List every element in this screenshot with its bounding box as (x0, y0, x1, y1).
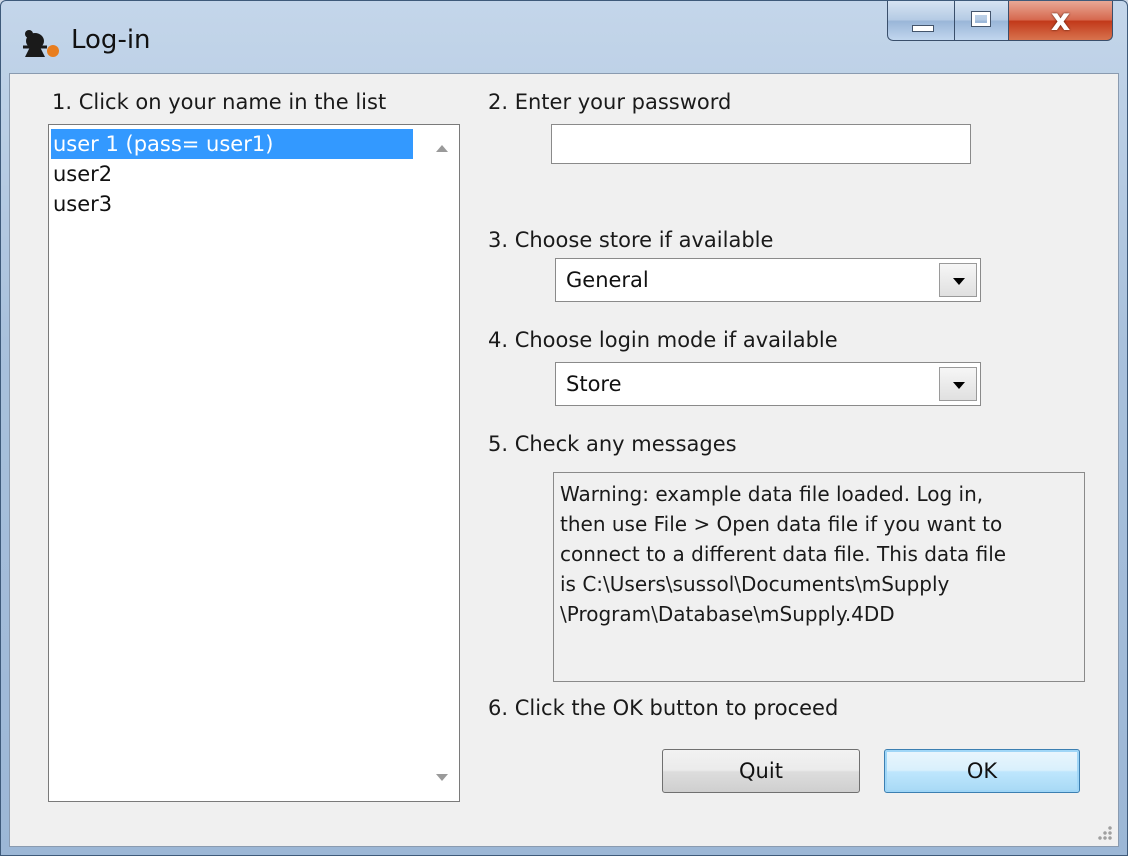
step4-label: 4. Choose login mode if available (488, 328, 838, 352)
step5-label: 5. Check any messages (488, 432, 737, 456)
step1-label: 1. Click on your name in the list (52, 90, 387, 114)
user-list-item-user3[interactable]: user3 (51, 189, 413, 219)
maximize-button[interactable] (955, 1, 1009, 41)
store-select-value: General (566, 268, 649, 292)
step6-label: 6. Click the OK button to proceed (488, 696, 839, 720)
msupply-app-icon[interactable] (21, 25, 65, 59)
chevron-down-icon (953, 278, 965, 285)
resize-grip-icon[interactable] (1098, 826, 1112, 840)
minimize-icon (912, 25, 934, 32)
user-list-item-user1[interactable]: user 1 (pass= user1) (51, 129, 413, 159)
window-title: Log-in (71, 25, 151, 55)
minimize-button[interactable] (887, 1, 955, 41)
user-list-scrollbar[interactable] (425, 125, 459, 801)
user-list[interactable]: user 1 (pass= user1) user2 user3 (48, 124, 460, 802)
login-mode-select-value: Store (566, 372, 622, 396)
close-icon: x (1050, 3, 1071, 38)
title-bar[interactable]: Log-in x (1, 1, 1127, 71)
login-mode-dropdown-button[interactable] (939, 367, 977, 401)
scroll-up-icon[interactable] (436, 145, 448, 152)
close-button[interactable]: x (1009, 1, 1113, 41)
store-select[interactable]: General (555, 258, 981, 302)
scroll-down-icon[interactable] (436, 774, 448, 781)
login-window: Log-in x 1. Click on your name in the li… (0, 0, 1128, 856)
password-input[interactable] (551, 124, 971, 164)
ok-button[interactable]: OK (884, 749, 1080, 793)
messages-box: Warning: example data file loaded. Log i… (553, 472, 1085, 682)
chevron-down-icon (953, 382, 965, 389)
step3-label: 3. Choose store if available (488, 228, 774, 252)
login-mode-select[interactable]: Store (555, 362, 981, 406)
user-list-item-user2[interactable]: user2 (51, 159, 413, 189)
window-controls: x (887, 1, 1113, 45)
store-dropdown-button[interactable] (939, 263, 977, 297)
maximize-icon (971, 11, 991, 27)
quit-button[interactable]: Quit (662, 749, 860, 793)
dialog-body: 1. Click on your name in the list user 1… (9, 73, 1119, 847)
step2-label: 2. Enter your password (488, 90, 732, 114)
